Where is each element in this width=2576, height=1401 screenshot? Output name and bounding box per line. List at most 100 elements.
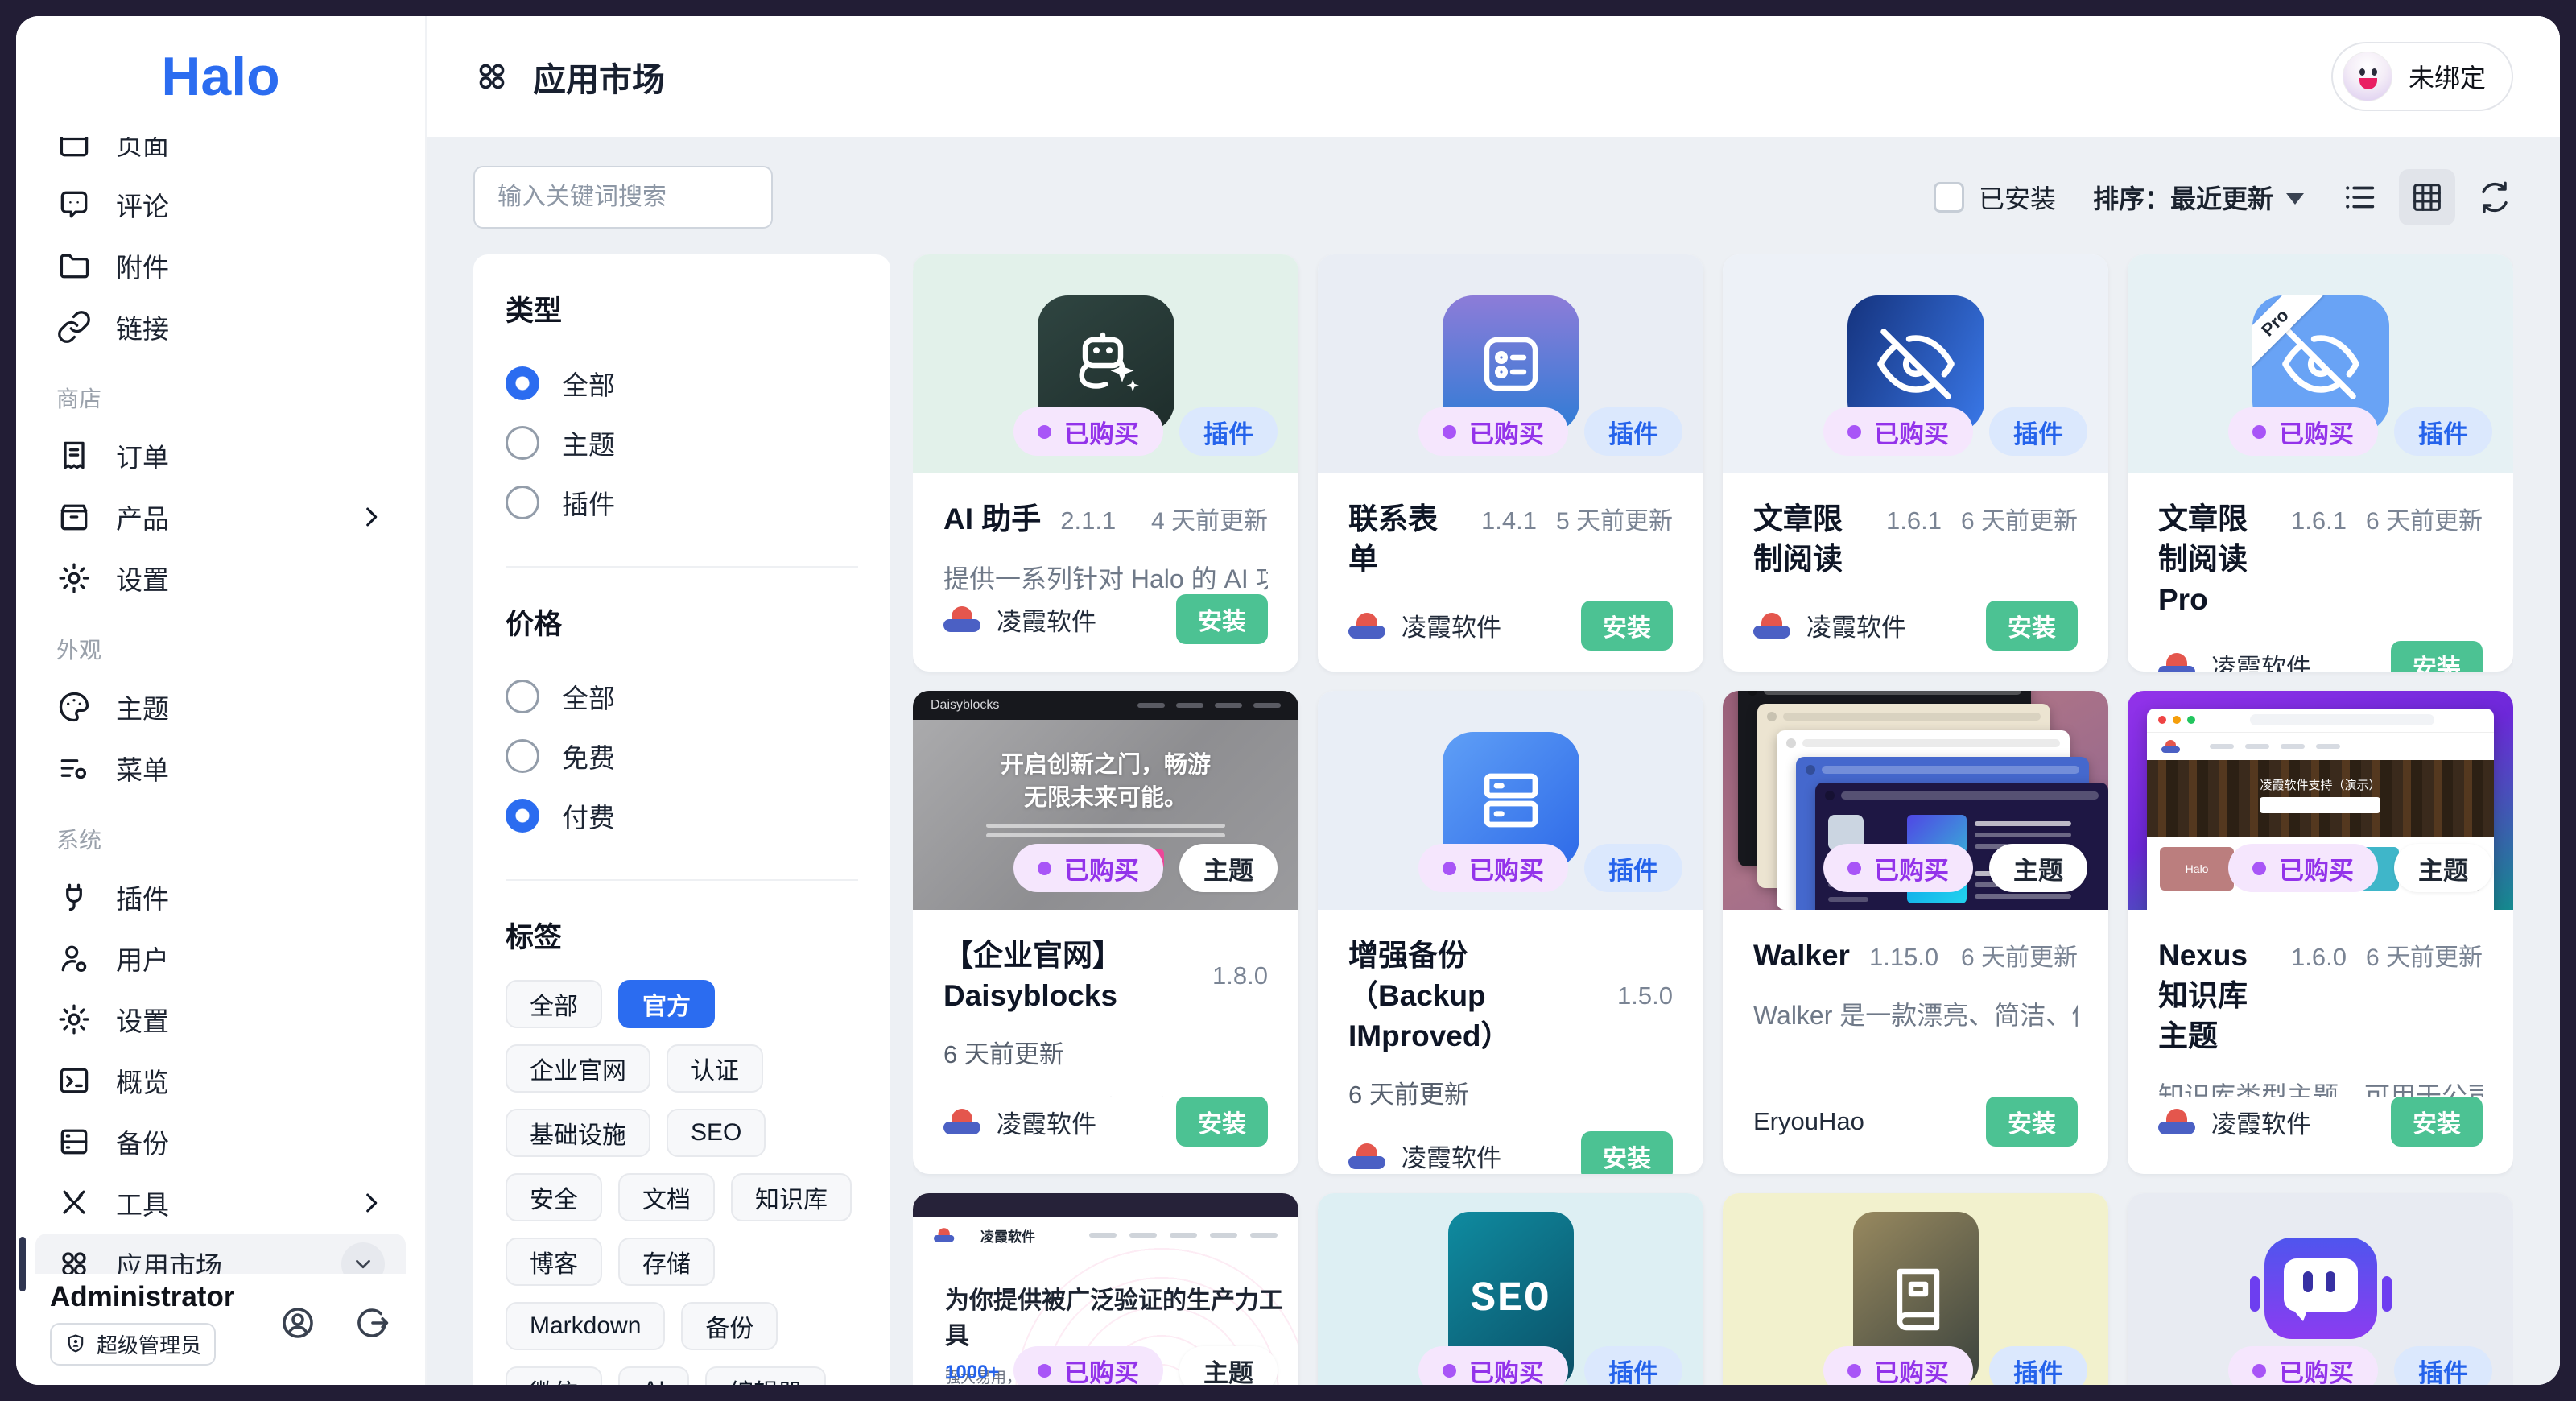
sidebar-item-工具[interactable]: 工具 [35,1172,406,1234]
user-area: Administrator 超级管理员 [16,1274,425,1385]
tag-企业官网[interactable]: 企业官网 [506,1044,650,1093]
vendor[interactable]: 凌霞软件 [943,601,1096,638]
sidebar-item-设置[interactable]: 设置 [35,548,406,609]
chevron-down-icon[interactable] [341,1242,385,1274]
app-card[interactable]: 凌霞软件 为你提供被广泛验证的生产力工具 强大易用，值得信赖 了解更多 1000… [913,1193,1298,1385]
radio-selected-icon[interactable] [506,366,539,400]
install-button[interactable]: 安装 [1986,601,2078,651]
price-filter-option-免费[interactable]: 免费 [506,726,858,786]
sidebar-item-主题[interactable]: 主题 [35,676,406,738]
sidebar-item-附件[interactable]: 附件 [35,235,406,296]
type-filter-option-主题[interactable]: 主题 [506,413,858,473]
vendor[interactable]: 凌霞软件 [2158,647,2311,672]
app-card-AI 助手[interactable]: 已购买插件 AI 助手 2.1.1 4 天前更新 提供一系列针对 Halo 的 … [913,254,1298,672]
user-circle-icon[interactable] [279,1304,317,1342]
install-button[interactable]: 安装 [1176,1097,1268,1147]
sidebar-item-产品[interactable]: 产品 [35,486,406,548]
price-filter-section: 价格 全部 免费 付费 [506,566,858,845]
app-card-【企业官网】Daisyblocks[interactable]: Daisyblocks 开启创新之门，畅游无限未来可能。 已购买主题 【企业官网… [913,691,1298,1174]
shield-user-icon [64,1333,87,1355]
install-button[interactable]: 安装 [1176,594,1268,644]
installed-checkbox[interactable] [1934,182,1964,213]
tag-官方[interactable]: 官方 [618,980,715,1028]
logout-icon[interactable] [353,1304,391,1342]
tag-备份[interactable]: 备份 [681,1302,778,1350]
type-filter-option-插件[interactable]: 插件 [506,473,858,532]
grid-view-button[interactable] [2399,169,2455,225]
app-card[interactable]: 已购买插件 [1723,1193,2108,1385]
sidebar-item-备份[interactable]: 备份 [35,1111,406,1172]
tag-基础设施[interactable]: 基础设施 [506,1109,650,1157]
box-icon [56,499,92,535]
radio-selected-icon[interactable] [506,799,539,833]
radio-unselected-icon[interactable] [506,680,539,713]
tag-Markdown[interactable]: Markdown [506,1302,665,1350]
sidebar-item-label: 插件 [116,878,169,916]
halo-logo: Halo [161,45,279,108]
tag-微信[interactable]: 微信 [506,1366,602,1385]
install-button[interactable]: 安装 [1986,1097,2078,1147]
price-filter-option-付费[interactable]: 付费 [506,786,858,845]
vendor[interactable]: EryouHao [1753,1107,1864,1136]
vendor[interactable]: 凌霞软件 [1348,1138,1501,1174]
app-card-文章限制阅读 Pro[interactable]: Pro已购买插件 文章限制阅读 Pro 1.6.1 6 天前更新 限制阅读，支持… [2128,254,2513,672]
tag-AI[interactable]: AI [618,1366,689,1385]
app-card[interactable]: 已购买插件 [2128,1193,2513,1385]
sort-label: 排序：最近更新 [2093,179,2273,216]
vendor[interactable]: 凌霞软件 [2158,1104,2311,1140]
app-card-增强备份（Backup IMproved）[interactable]: 已购买插件 增强备份（Backup IMproved） 1.5.0 6 天前更新… [1318,691,1703,1174]
app-grid-icon [56,1246,92,1274]
tag-全部[interactable]: 全部 [506,980,602,1028]
sidebar-item-用户[interactable]: 用户 [35,928,406,989]
sort-dropdown[interactable]: 排序：最近更新 [2093,179,2304,216]
install-button[interactable]: 安装 [2391,1097,2483,1147]
sidebar-item-订单[interactable]: 订单 [35,425,406,486]
installed-filter[interactable]: 已安装 [1934,179,2056,216]
sidebar-item-页面[interactable]: 页面 [35,137,406,174]
tag-认证[interactable]: 认证 [667,1044,763,1093]
tag-存储[interactable]: 存储 [618,1238,715,1286]
caret-down-icon [2286,193,2304,205]
refresh-icon[interactable] [2476,179,2513,216]
vendor[interactable]: 凌霞软件 [1348,607,1501,643]
sidebar-item-设置[interactable]: 设置 [35,989,406,1050]
sidebar-item-label: 链接 [116,308,169,346]
install-button[interactable]: 安装 [1581,1131,1673,1174]
app-banner: SEO已购买插件 [1318,1193,1703,1385]
price-filter-option-全部[interactable]: 全部 [506,667,858,726]
sidebar-item-label: 附件 [116,246,169,285]
radio-unselected-icon[interactable] [506,486,539,519]
vendor[interactable]: 凌霞软件 [943,1104,1096,1140]
tag-编辑器[interactable]: 编辑器 [705,1366,826,1385]
sidebar-item-评论[interactable]: 评论 [35,174,406,235]
tag-知识库[interactable]: 知识库 [731,1173,852,1221]
theme-preview-banner: Daisyblocks 开启创新之门，畅游无限未来可能。 已购买主题 [913,691,1298,910]
sidebar-item-菜单[interactable]: 菜单 [35,738,406,799]
tag-博客[interactable]: 博客 [506,1238,602,1286]
sidebar-item-插件[interactable]: 插件 [35,866,406,928]
app-card-文章限制阅读[interactable]: 已购买插件 文章限制阅读 1.6.1 6 天前更新 限制阅读，支持用户登录查看、… [1723,254,2108,672]
install-button[interactable]: 安装 [1581,601,1673,651]
sidebar-item-应用市场[interactable]: 应用市场 [35,1234,406,1274]
gear-icon [56,1002,92,1037]
list-view-icon[interactable] [2341,179,2378,216]
server-icon [1472,762,1550,839]
app-card-Walker[interactable]: Ryan Wang 已购买主题 Walker 1.15.0 6 天前更新 [1723,691,2108,1174]
tag-文档[interactable]: 文档 [618,1173,715,1221]
install-button[interactable]: 安装 [2391,641,2483,672]
search-input[interactable] [473,166,773,229]
app-card-Nexus 知识库主题[interactable]: 凌霞软件支持（演示） Halo1PanelQ&A 已购买主题 Nexus 知识库… [2128,691,2513,1174]
nav-section-label: 商店 [35,357,406,425]
radio-unselected-icon[interactable] [506,739,539,773]
sidebar: Halo 页面评论附件链接商店订单产品设置外观主题菜单系统插件用户设置概览备份工… [16,16,427,1385]
app-card[interactable]: SEO已购买插件 [1318,1193,1703,1385]
account-button[interactable]: 未绑定 [2331,42,2513,111]
radio-unselected-icon[interactable] [506,426,539,460]
sidebar-item-链接[interactable]: 链接 [35,296,406,357]
app-card-联系表单[interactable]: 已购买插件 联系表单 1.4.1 5 天前更新 适用于 Halo 2.0 联系表… [1318,254,1703,672]
sidebar-item-概览[interactable]: 概览 [35,1050,406,1111]
tag-安全[interactable]: 安全 [506,1173,602,1221]
tag-SEO[interactable]: SEO [667,1109,766,1157]
type-filter-option-全部[interactable]: 全部 [506,353,858,413]
vendor[interactable]: 凌霞软件 [1753,607,1906,643]
